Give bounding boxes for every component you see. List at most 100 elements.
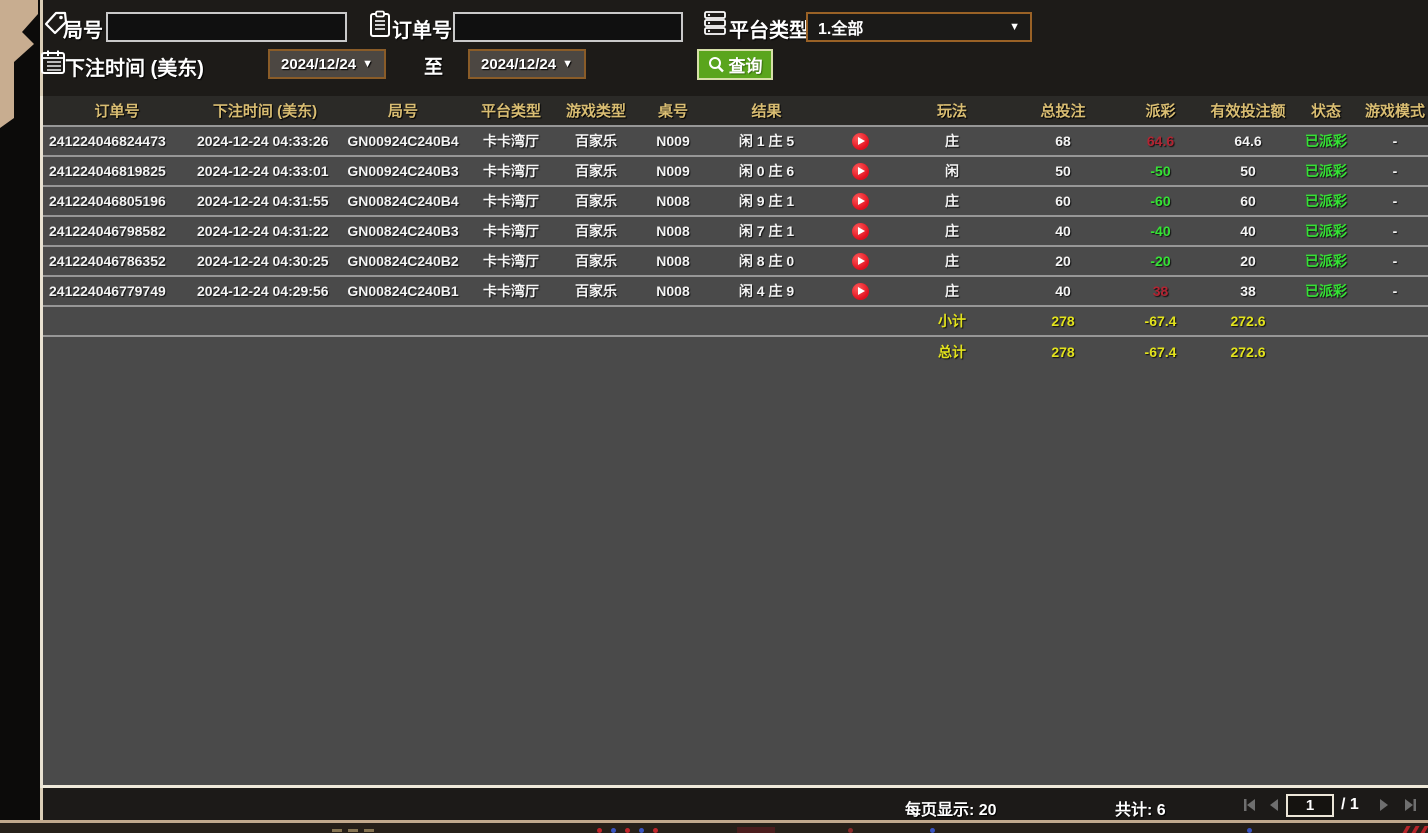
order-id-label: 订单号 [392,14,452,43]
roadmap-dot [930,828,935,833]
platform-cell: 卡卡湾厅 [467,126,555,156]
order-id-cell: 241224046786352 [43,246,191,276]
replay-cell [824,216,896,246]
play-type-cell: 庄 [896,276,1008,306]
subtotal-row: 小计278-67.4272.6 [43,306,1428,336]
payout-cell: -20 [1118,246,1203,276]
table-no-cell: N008 [637,246,709,276]
game-type-cell: 百家乐 [555,156,637,186]
round-id-input[interactable] [106,12,347,42]
game-mode-cell: - [1359,216,1428,246]
result-cell: 闲 1 庄 5 [709,126,824,156]
valid-bet-cell: 40 [1203,216,1293,246]
payout-cell: 38 [1118,276,1203,306]
query-button[interactable]: 查询 [697,49,773,80]
date-from-value: 2024/12/24 [281,56,356,73]
result-cell: 闲 0 庄 6 [709,156,824,186]
col-play-type: 玩法 [896,96,1008,126]
platform-type-value: 1.全部 [818,15,863,39]
payout-cell: -60 [1118,186,1203,216]
play-type-cell: 闲 [896,156,1008,186]
to-label: 至 [424,52,443,79]
bet-time-cell: 2024-12-24 04:33:26 [191,126,339,156]
date-from-picker[interactable]: 2024/12/24 ▼ [268,49,386,79]
query-button-label: 查询 [729,52,763,77]
col-game-mode: 游戏模式 [1359,96,1428,126]
order-id-input[interactable] [453,12,683,42]
total-row-payout: -67.4 [1118,336,1203,366]
chevron-down-icon: ▼ [1009,21,1020,33]
roadmap-dot [653,828,658,833]
last-page-icon[interactable] [1399,797,1417,813]
date-to-picker[interactable]: 2024/12/24 ▼ [468,49,586,79]
game-type-cell: 百家乐 [555,186,637,216]
chevron-down-icon: ▼ [362,58,373,70]
order-id-cell: 241224046798582 [43,216,191,246]
game-type-cell: 百家乐 [555,216,637,246]
bet-time-cell: 2024-12-24 04:31:22 [191,216,339,246]
bet-row: 2412240467863522024-12-24 04:30:25GN0082… [43,246,1428,276]
valid-bet-cell: 64.6 [1203,126,1293,156]
filter-bar: 局号 订单号 平台类型 1.全部 ▼ [43,0,1428,96]
decor-blob [737,827,775,833]
game-type-cell: 百家乐 [555,276,637,306]
bet-time-label: 下注时间 (美东) [65,52,204,81]
table-no-cell: N008 [637,216,709,246]
order-id-cell: 241224046824473 [43,126,191,156]
game-type-cell: 百家乐 [555,246,637,276]
game-mode-cell: - [1359,276,1428,306]
bet-row: 2412240467985822024-12-24 04:31:22GN0082… [43,216,1428,246]
round-id-cell: GN00824C240B4 [339,186,467,216]
play-replay-icon[interactable] [852,163,869,180]
play-replay-icon[interactable] [852,253,869,270]
bet-time-cell: 2024-12-24 04:31:55 [191,186,339,216]
total-bet-cell: 40 [1008,216,1118,246]
result-cell: 闲 8 庄 0 [709,246,824,276]
col-platform: 平台类型 [467,96,555,126]
replay-cell [824,186,896,216]
platform-cell: 卡卡湾厅 [467,246,555,276]
payout-cell: 64.6 [1118,126,1203,156]
round-id-cell: GN00824C240B3 [339,216,467,246]
col-game-type: 游戏类型 [555,96,637,126]
play-replay-icon[interactable] [852,193,869,210]
decor-slash [1410,826,1419,833]
empty-cell [1293,336,1428,366]
roadmap-dot [597,828,602,833]
corner-tab-decoration [0,0,44,132]
bet-row: 2412240468051962024-12-24 04:31:55GN0082… [43,186,1428,216]
status-cell: 已派彩 [1293,276,1359,306]
col-status: 状态 [1293,96,1359,126]
col-table-no: 桌号 [637,96,709,126]
platform-type-label: 平台类型 [729,14,809,43]
status-cell: 已派彩 [1293,186,1359,216]
platform-type-select[interactable]: 1.全部 ▼ [806,12,1032,42]
order-id-cell: 241224046779749 [43,276,191,306]
col-order-id: 订单号 [43,96,191,126]
status-cell: 已派彩 [1293,156,1359,186]
game-mode-cell: - [1359,156,1428,186]
roadmap-dot [625,828,630,833]
result-cell: 闲 9 庄 1 [709,186,824,216]
calendar-icon [40,49,66,75]
game-mode-cell: - [1359,186,1428,216]
next-page-icon[interactable] [1375,797,1393,813]
play-type-cell: 庄 [896,246,1008,276]
col-result: 结果 [709,96,824,126]
play-replay-icon[interactable] [852,283,869,300]
first-page-icon[interactable] [1243,797,1261,813]
page-size-label: 每页显示: 20 [905,796,997,820]
play-replay-icon[interactable] [852,133,869,150]
round-id-label: 局号 [63,14,103,43]
result-cell: 闲 7 庄 1 [709,216,824,246]
platform-cell: 卡卡湾厅 [467,186,555,216]
page-number-input[interactable] [1286,794,1334,817]
col-payout: 派彩 [1118,96,1203,126]
round-id-cell: GN00824C240B2 [339,246,467,276]
play-replay-icon[interactable] [852,223,869,240]
table-header-row: 订单号 下注时间 (美东) 局号 平台类型 游戏类型 桌号 结果 玩法 总投注 … [43,96,1428,126]
prev-page-icon[interactable] [1265,797,1283,813]
play-type-cell: 庄 [896,216,1008,246]
platform-cell: 卡卡湾厅 [467,216,555,246]
bet-row: 2412240468244732024-12-24 04:33:26GN0092… [43,126,1428,156]
